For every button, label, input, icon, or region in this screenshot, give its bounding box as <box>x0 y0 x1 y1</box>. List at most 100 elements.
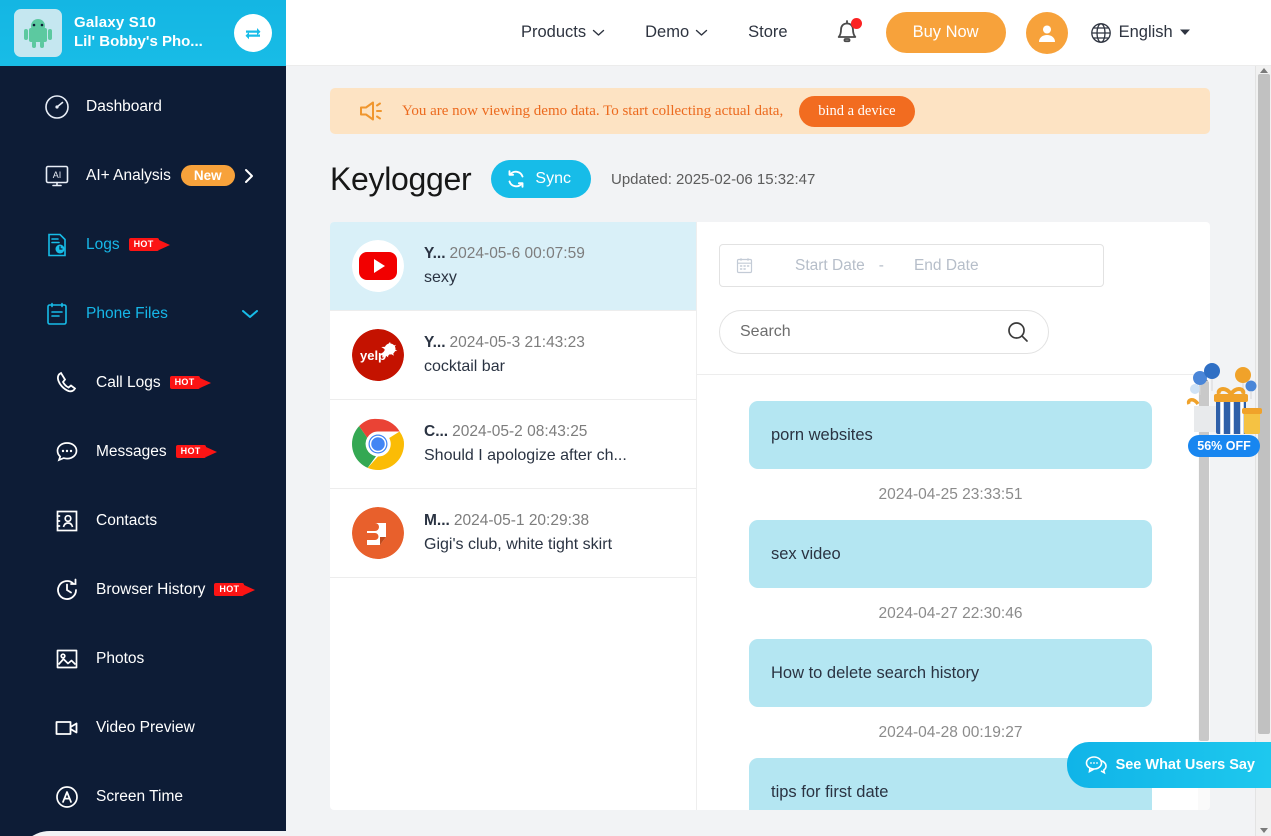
app-list-item-messenger[interactable]: M... 2024-05-1 20:29:38 Gigi's club, whi… <box>330 489 696 578</box>
filter-area: Start Date - End Date <box>697 222 1210 375</box>
sidebar-item-browser-history[interactable]: Browser History HOT <box>0 555 286 624</box>
sidebar-item-ai-analysis[interactable]: AI AI+ Analysis New <box>0 141 286 210</box>
end-date-placeholder[interactable]: End Date <box>914 257 979 275</box>
nav-label: Demo <box>645 23 690 41</box>
app-snippet: sexy <box>424 269 457 286</box>
top-nav-links: Products Demo Store <box>521 23 788 42</box>
chevron-down-icon <box>695 29 708 37</box>
sidebar-item-label: Screen Time <box>96 787 184 805</box>
caret-down-icon <box>1179 29 1190 36</box>
keylog-bubble: porn websites <box>749 401 1152 469</box>
sidebar-item-label: AI+ Analysis <box>86 166 171 184</box>
app-timestamp: 2024-05-1 20:29:38 <box>453 512 590 529</box>
date-range-picker[interactable]: Start Date - End Date <box>719 244 1104 287</box>
clipboard-icon <box>44 301 74 327</box>
sidebar-item-phone-files[interactable]: Phone Files <box>0 279 286 348</box>
keylog-bubble: How to delete search history <box>749 639 1152 707</box>
sidebar-item-screen-time[interactable]: Screen Time <box>0 762 286 831</box>
device-avatar <box>14 9 62 57</box>
calendar-icon <box>736 257 753 274</box>
date-separator: - <box>878 256 884 274</box>
chevron-down-icon[interactable] <box>240 308 260 320</box>
youtube-icon <box>352 240 404 292</box>
scroll-up-arrow-icon[interactable] <box>1260 68 1268 73</box>
notification-dot <box>850 17 862 29</box>
sidebar-item-label: Browser History <box>96 580 206 598</box>
app-list-item-yelp[interactable]: yelp Y... 2024-05-3 21:43:23 cocktail ba… <box>330 311 696 400</box>
nav-store[interactable]: Store <box>748 23 787 42</box>
sidebar-item-video-preview[interactable]: Video Preview <box>0 693 286 762</box>
chevron-right-icon <box>243 167 255 185</box>
device-info: Galaxy S10 Lil' Bobby's Pho... <box>74 14 230 52</box>
svg-text:yelp: yelp <box>360 348 386 363</box>
sidebar-item-contacts[interactable]: Contacts <box>0 486 286 555</box>
sidebar-item-messages[interactable]: Messages HOT <box>0 417 286 486</box>
chat-bubble-icon <box>54 439 84 465</box>
keylog-detail-panel: Start Date - End Date Search porn websit… <box>696 222 1210 810</box>
android-robot-icon <box>24 19 52 48</box>
app-timestamp: 2024-05-2 08:43:25 <box>452 423 588 440</box>
badge-hot: HOT <box>169 376 200 389</box>
nav-demo[interactable]: Demo <box>645 23 708 42</box>
history-clock-icon <box>54 577 84 603</box>
promo-gift-widget[interactable]: 56% OFF <box>1185 362 1263 462</box>
notification-bell-icon[interactable] <box>834 17 862 47</box>
sidebar-item-logs[interactable]: Logs HOT <box>0 210 286 279</box>
search-icon[interactable] <box>1006 320 1030 344</box>
last-updated-text: Updated: 2025-02-06 15:32:47 <box>610 170 816 188</box>
app-snippet: cocktail bar <box>424 358 505 375</box>
sidebar-item-call-logs[interactable]: Call Logs HOT <box>0 348 286 417</box>
sidebar-item-label: Contacts <box>96 511 158 529</box>
contact-card-icon <box>54 508 84 534</box>
search-box[interactable] <box>719 310 1049 354</box>
badge-hot: HOT <box>214 583 245 596</box>
demo-data-banner: You are now viewing demo data. To start … <box>330 88 1210 134</box>
refresh-icon <box>506 169 526 189</box>
sidebar-nav: Dashboard AI AI+ Analysis New Logs HOT P… <box>0 66 286 836</box>
switch-device-icon[interactable] <box>234 14 272 52</box>
buy-now-button[interactable]: Buy Now <box>885 12 1006 53</box>
sidebar-item-keylogger[interactable]: Keylogger HOT <box>16 831 286 836</box>
bind-a-device-button[interactable]: bind a device <box>799 95 915 127</box>
sidebar-item-photos[interactable]: Photos <box>0 624 286 693</box>
chrome-icon <box>352 418 404 470</box>
badge-hot: HOT <box>128 238 159 251</box>
phone-icon <box>54 370 84 396</box>
device-header[interactable]: Galaxy S10 Lil' Bobby's Pho... <box>0 0 286 66</box>
badge-hot: HOT <box>175 445 206 458</box>
see-what-users-say-button[interactable]: See What Users Say <box>1066 742 1271 788</box>
search-input[interactable] <box>740 323 1006 341</box>
messenger-icon <box>352 507 404 559</box>
photo-icon <box>54 646 84 672</box>
device-nickname: Lil' Bobby's Pho... <box>74 33 203 50</box>
app-name: C... <box>424 423 449 440</box>
video-camera-icon <box>54 715 84 741</box>
app-root: Galaxy S10 Lil' Bobby's Pho... Dashboard <box>0 0 1271 836</box>
sidebar-item-label: Video Preview <box>96 718 195 736</box>
nav-label: Products <box>521 23 587 41</box>
yelp-icon: yelp <box>352 329 404 381</box>
user-avatar-icon[interactable] <box>1025 11 1068 54</box>
promo-discount-badge: 56% OFF <box>1188 435 1260 457</box>
sidebar-item-label: Call Logs <box>96 373 161 391</box>
app-timestamp: 2024-05-6 00:07:59 <box>449 245 585 262</box>
start-date-placeholder[interactable]: Start Date <box>795 257 865 275</box>
chevron-down-icon <box>592 29 605 37</box>
sync-button[interactable]: Sync <box>491 160 591 198</box>
app-list-item-text: C... 2024-05-2 08:43:25 Should I apologi… <box>424 423 678 465</box>
scroll-down-arrow-icon[interactable] <box>1260 828 1268 833</box>
app-list-item-youtube[interactable]: Y... 2024-05-6 00:07:59 sexy <box>330 222 696 311</box>
language-selector[interactable]: English <box>1090 22 1190 44</box>
app-timestamp: 2024-05-3 21:43:23 <box>449 334 585 351</box>
sidebar-item-dashboard[interactable]: Dashboard <box>0 72 286 141</box>
app-name: M... <box>424 512 450 529</box>
svg-text:AI: AI <box>53 170 62 180</box>
screen-time-icon <box>54 784 84 810</box>
demo-banner-text: You are now viewing demo data. To start … <box>402 102 784 119</box>
sidebar-item-label: Photos <box>96 649 145 667</box>
app-list-panel: Y... 2024-05-6 00:07:59 sexy yelp Y... 2… <box>330 222 696 810</box>
nav-products[interactable]: Products <box>521 23 605 42</box>
app-list-item-text: M... 2024-05-1 20:29:38 Gigi's club, whi… <box>424 512 678 554</box>
sidebar: Galaxy S10 Lil' Bobby's Pho... Dashboard <box>0 0 286 836</box>
app-list-item-chrome[interactable]: C... 2024-05-2 08:43:25 Should I apologi… <box>330 400 696 489</box>
